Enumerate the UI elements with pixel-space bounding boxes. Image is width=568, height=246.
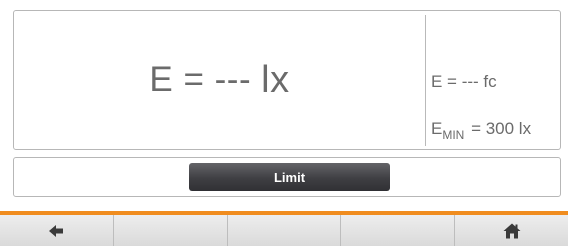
softkey-bar <box>0 211 568 246</box>
panel-divider <box>425 15 426 146</box>
home-icon <box>503 223 521 239</box>
softkeys <box>0 215 568 246</box>
softkey-4[interactable] <box>340 215 454 246</box>
minimum-value: = 300 lx <box>466 119 532 138</box>
limit-panel: Limit <box>13 157 561 197</box>
footcandle-reading: E = --- fc <box>431 72 497 91</box>
illuminance-value: E = --- <box>149 60 252 99</box>
softkey-3[interactable] <box>226 215 341 246</box>
minimum-limit-reading: EMIN = 300 lx <box>431 119 532 142</box>
limit-button[interactable]: Limit <box>189 163 390 191</box>
minimum-symbol: E <box>431 119 443 138</box>
illuminance-unit: lx <box>261 58 290 101</box>
meter-screen: E = --- lx E = --- fc EMIN = 300 lx Limi… <box>0 0 568 246</box>
back-softkey[interactable] <box>0 215 113 246</box>
softkey-2[interactable] <box>112 215 227 246</box>
reading-panel: E = --- lx E = --- fc EMIN = 300 lx <box>13 10 561 150</box>
illuminance-reading: E = --- lx <box>14 11 425 149</box>
back-arrow-icon <box>48 224 64 238</box>
home-softkey[interactable] <box>454 215 568 246</box>
minimum-subscript: MIN <box>442 128 465 142</box>
